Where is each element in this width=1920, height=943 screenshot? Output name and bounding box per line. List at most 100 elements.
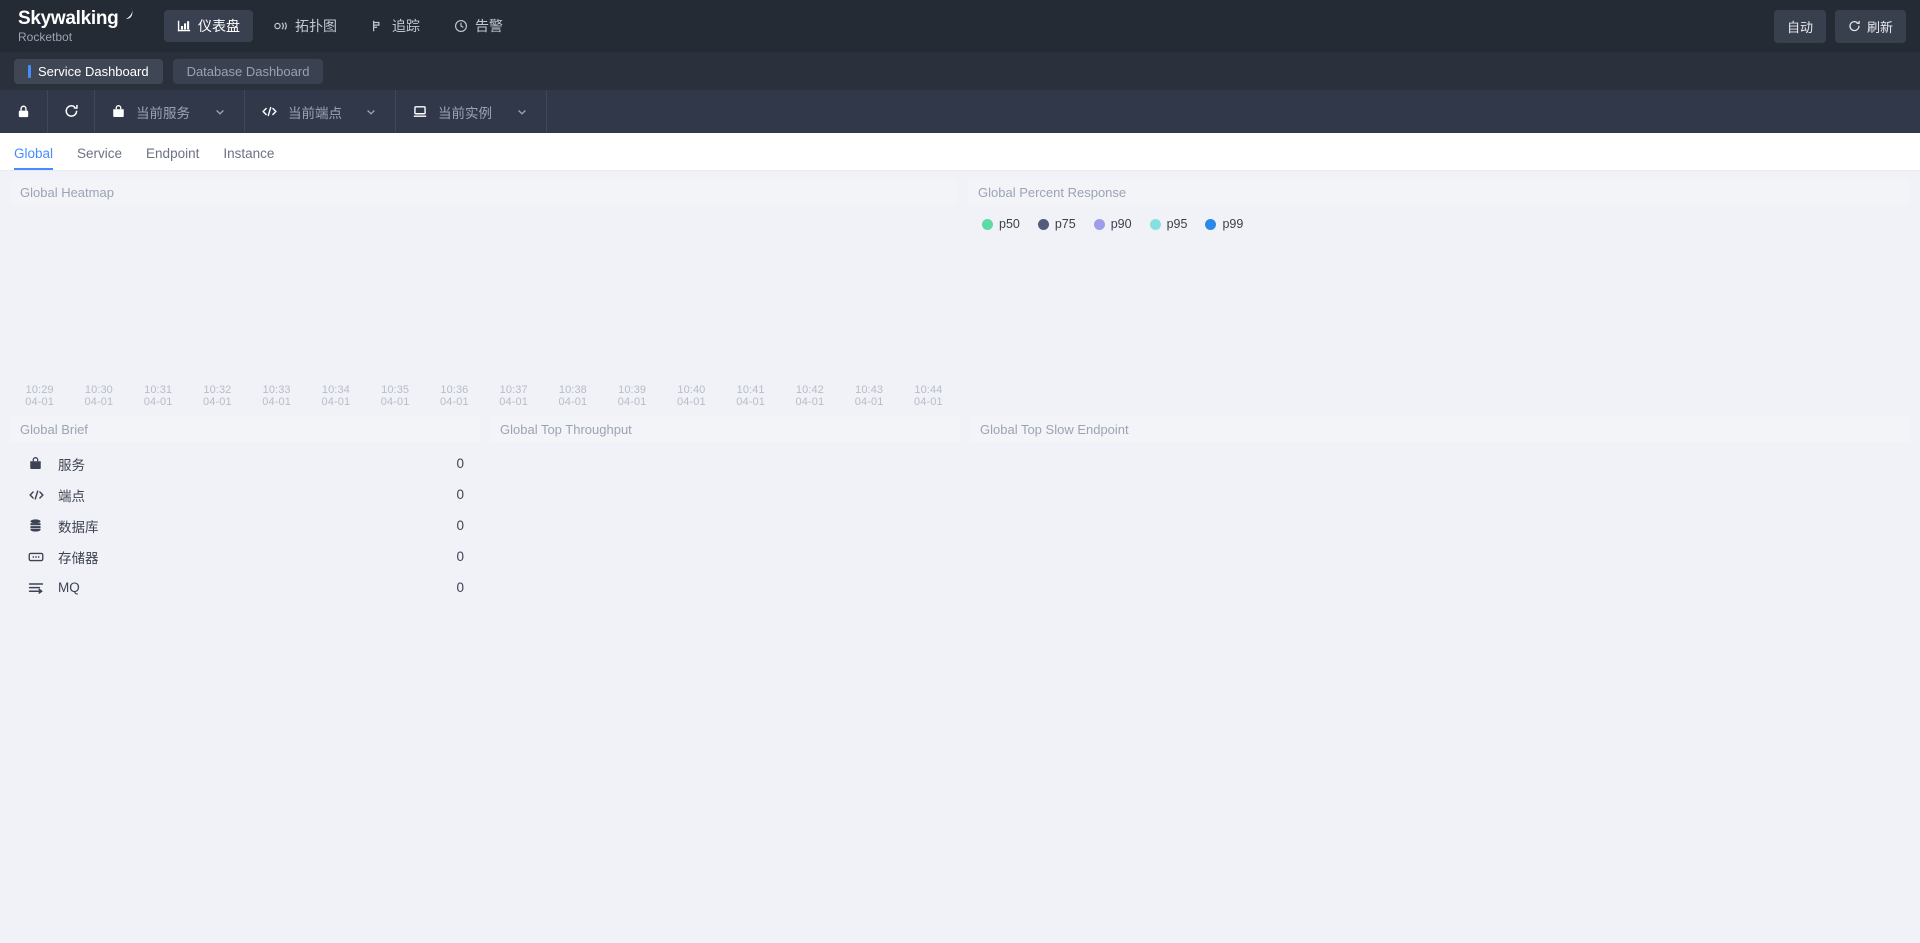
brand-subtitle: Rocketbot: [18, 29, 73, 44]
tab-instance[interactable]: Instance: [223, 146, 288, 170]
brief-row: 端点 0: [10, 479, 480, 510]
lock-button[interactable]: [0, 90, 47, 133]
cache-icon: [28, 550, 58, 564]
mq-icon: [28, 581, 58, 595]
legend-swatch: [1205, 218, 1217, 230]
axis-tick: 10:30 04-01: [84, 384, 114, 408]
nav-item-topology[interactable]: 拓扑图: [261, 10, 350, 42]
legend-swatch: [1093, 218, 1105, 230]
top-throughput-list[interactable]: [490, 442, 960, 617]
chart-legend: p50 p75 p90 p95 p99: [968, 205, 1910, 231]
legend-label: p50: [999, 217, 1020, 231]
service-selector[interactable]: 当前服务: [94, 90, 244, 133]
brand-name: Skywalking: [18, 7, 119, 29]
brief-value: 0: [456, 580, 464, 595]
nav-label: 追踪: [392, 18, 420, 34]
panel-global-top-slow-endpoint: Global Top Slow Endpoint: [970, 416, 1910, 617]
app-header: Skywalking Rocketbot 仪表盘 拓扑图 追踪 告警 自动 刷新: [0, 0, 1920, 52]
brief-value: 0: [456, 518, 464, 533]
nav-item-alarm[interactable]: 告警: [441, 10, 516, 42]
moon-icon: [120, 6, 134, 20]
trace-icon: [371, 19, 385, 33]
legend-item-p99[interactable]: p99: [1205, 217, 1243, 231]
nav-label: 仪表盘: [198, 18, 240, 34]
chevron-down-icon: [516, 106, 528, 118]
top-slow-endpoint-list[interactable]: [970, 442, 1910, 617]
tab-label: Service: [77, 146, 123, 161]
heatmap-plot-area: [10, 205, 958, 380]
legend-label: p95: [1166, 217, 1188, 231]
auto-label: 自动: [1786, 19, 1813, 35]
axis-tick: 10:35 04-01: [380, 384, 410, 408]
main-nav: 仪表盘 拓扑图 追踪 告警: [164, 10, 516, 42]
endpoint-icon: [28, 488, 58, 502]
brief-row: 数据库 0: [10, 510, 480, 541]
selector-toolbar: 当前服务 当前端点 当前实例: [0, 90, 1920, 133]
brand-top: Skywalking: [18, 6, 136, 29]
header-actions: 自动 刷新: [1773, 9, 1906, 43]
axis-tick: 10:39 04-01: [617, 384, 647, 408]
dashboard-tab-database[interactable]: Database Dashboard: [172, 58, 324, 84]
panel-global-brief: Global Brief 服务 0 端点 0 数据库 0 存储器 0 MQ 0: [10, 416, 480, 617]
axis-tick: 10:34 04-01: [321, 384, 351, 408]
tab-endpoint[interactable]: Endpoint: [146, 146, 213, 170]
axis-tick: 10:40 04-01: [677, 384, 706, 408]
active-indicator: [28, 64, 31, 78]
axis-tick: 10:42 04-01: [795, 384, 825, 408]
legend-swatch: [982, 218, 993, 230]
panel-global-heatmap: Global Heatmap 10:29 04-01 10:30 04-01 10:…: [10, 179, 958, 408]
service-selector-value: 当前服务: [136, 105, 190, 121]
brief-label: 存储器: [58, 550, 99, 566]
panel-global-percent-response: Global Percent Response p50 p75 p90 p95 …: [968, 179, 1910, 408]
database-icon: [28, 518, 58, 533]
legend-item-p95[interactable]: p95: [1149, 217, 1188, 231]
reload-button[interactable]: [47, 90, 94, 133]
selector-group: 当前端点: [245, 90, 396, 133]
tab-service[interactable]: Service: [77, 146, 136, 170]
brand-logo: Skywalking Rocketbot: [18, 6, 136, 44]
dashboard-tab-service[interactable]: Service Dashboard: [14, 58, 163, 84]
axis-tick: 10:32 04-01: [203, 384, 232, 408]
nav-label: 拓扑图: [295, 18, 337, 34]
endpoint-icon: [261, 104, 278, 119]
brief-value: 0: [456, 549, 464, 564]
widget-row-bottom: Global Brief 服务 0 端点 0 数据库 0 存储器 0 MQ 0 …: [10, 416, 1910, 617]
chevron-down-icon: [214, 106, 226, 118]
auto-button[interactable]: 自动: [1773, 9, 1826, 43]
axis-tick: 10:29 04-01: [25, 384, 54, 408]
lock-icon: [16, 104, 31, 119]
percent-response-chart[interactable]: p50 p75 p90 p95 p99: [968, 205, 1910, 396]
dashboard-tab-strip: Service Dashboard Database Dashboard: [0, 52, 1920, 90]
nav-item-dashboard[interactable]: 仪表盘: [164, 10, 253, 42]
panel-title: Global Percent Response: [968, 179, 1910, 205]
axis-tick: 10:41 04-01: [736, 384, 765, 408]
axis-tick: 10:43 04-01: [854, 384, 884, 408]
dashboard-icon: [177, 19, 191, 33]
nav-label: 告警: [475, 18, 503, 34]
brief-label: 服务: [58, 457, 85, 473]
legend-swatch: [1037, 218, 1049, 230]
instance-selector[interactable]: 当前实例: [396, 90, 546, 133]
instance-icon: [412, 104, 428, 119]
selector-group: 当前实例: [396, 90, 547, 133]
legend-item-p75[interactable]: p75: [1037, 217, 1076, 231]
legend-label: p90: [1110, 217, 1132, 231]
service-icon: [28, 456, 58, 471]
brief-list: 服务 0 端点 0 数据库 0 存储器 0 MQ 0: [10, 442, 480, 603]
brief-label: 端点: [58, 488, 85, 504]
endpoint-selector[interactable]: 当前端点: [245, 90, 395, 133]
legend-item-p90[interactable]: p90: [1093, 217, 1132, 231]
refresh-button[interactable]: 刷新: [1834, 9, 1906, 43]
panel-title: Global Heatmap: [10, 179, 958, 205]
axis-tick: 10:31 04-01: [143, 384, 173, 408]
axis-tick: 10:33 04-01: [262, 384, 291, 408]
refresh-label: 刷新: [1866, 19, 1893, 35]
nav-item-trace[interactable]: 追踪: [358, 10, 433, 42]
widget-row-top: Global Heatmap 10:29 04-01 10:30 04-01 10:…: [10, 179, 1910, 408]
heatmap-x-axis: 10:29 04-01 10:30 04-01 10:31 04-01 10:32 04…: [10, 380, 958, 408]
legend-item-p50[interactable]: p50: [982, 217, 1020, 231]
sub-tab-bar: Global Service Endpoint Instance: [0, 133, 1920, 171]
tab-global[interactable]: Global: [14, 146, 67, 170]
heatmap-chart[interactable]: 10:29 04-01 10:30 04-01 10:31 04-01 10:32 04…: [10, 205, 958, 408]
axis-tick: 10:38 04-01: [558, 384, 588, 408]
